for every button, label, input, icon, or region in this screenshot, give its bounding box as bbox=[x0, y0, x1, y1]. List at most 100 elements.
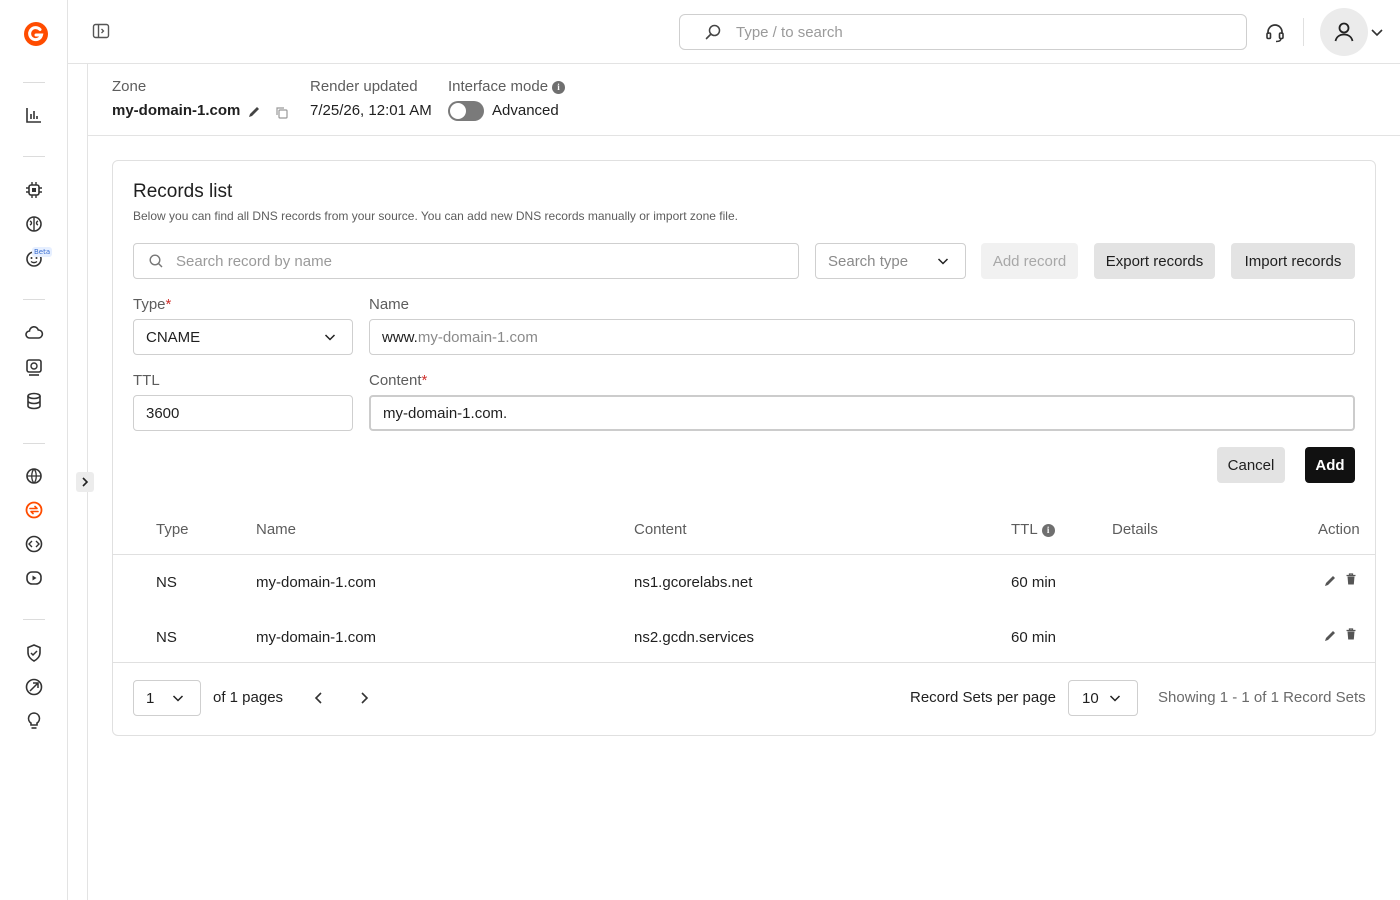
zone-name: my-domain-1.com bbox=[112, 102, 241, 119]
chevron-down-icon bbox=[937, 258, 949, 265]
interface-mode-value: Advanced bbox=[492, 102, 559, 119]
name-input-field[interactable]: www. my-domain-1.com bbox=[369, 319, 1355, 355]
render-updated-label: Render updated bbox=[310, 78, 418, 95]
content-input-field[interactable] bbox=[369, 395, 1355, 431]
column-header-details: Details bbox=[1112, 521, 1158, 538]
row-type: NS bbox=[156, 574, 177, 591]
nav-hosting-icon[interactable] bbox=[22, 355, 46, 379]
expand-sidebar-button[interactable] bbox=[76, 472, 94, 492]
showing-count-text: Showing 1 - 1 of 1 Record Sets bbox=[1158, 689, 1366, 706]
row-ttl: 60 min bbox=[1011, 629, 1057, 646]
topbar-divider bbox=[1303, 18, 1304, 46]
delete-trash-icon[interactable] bbox=[1344, 627, 1358, 641]
user-menu-chevron-down-icon[interactable] bbox=[1370, 25, 1384, 39]
info-icon[interactable]: i bbox=[552, 80, 566, 94]
required-mark: * bbox=[421, 372, 428, 389]
record-search-input[interactable] bbox=[176, 252, 798, 270]
nav-cdn-globe-icon[interactable] bbox=[22, 464, 46, 488]
search-type-placeholder: Search type bbox=[828, 252, 909, 270]
page-select-value: 1 bbox=[146, 689, 155, 707]
next-page-chevron-right-icon[interactable] bbox=[357, 691, 371, 705]
ttl-field-label: TTL bbox=[133, 372, 160, 389]
type-field-label: Type* bbox=[133, 296, 171, 313]
nav-edge-network-icon[interactable] bbox=[22, 675, 46, 699]
row-type: NS bbox=[156, 629, 177, 646]
column-header-name: Name bbox=[256, 521, 297, 538]
type-select[interactable]: CNAME bbox=[133, 319, 353, 355]
interface-mode-toggle[interactable] bbox=[448, 101, 484, 121]
nav-ai-brain-icon[interactable] bbox=[22, 212, 46, 236]
of-pages-text: of 1 pages bbox=[213, 689, 284, 706]
records-title: Records list bbox=[133, 181, 233, 202]
zone-header: Zone my-domain-1.com Render updated 7/25… bbox=[88, 64, 1400, 136]
edit-pencil-icon[interactable] bbox=[1323, 574, 1337, 588]
chevron-down-icon bbox=[324, 334, 336, 341]
record-search-field[interactable] bbox=[133, 243, 799, 279]
per-page-value: 10 bbox=[1082, 689, 1099, 707]
row-ttl: 60 min bbox=[1011, 574, 1057, 591]
beta-badge: Beta bbox=[32, 247, 53, 257]
export-records-button[interactable]: Export records bbox=[1094, 243, 1215, 279]
gcore-logo-icon[interactable] bbox=[22, 20, 50, 48]
ttl-input[interactable] bbox=[146, 404, 352, 422]
nav-dns-active-icon[interactable] bbox=[22, 498, 46, 522]
nav-divider bbox=[23, 156, 45, 157]
user-avatar-button[interactable] bbox=[1320, 8, 1368, 56]
nav-code-icon[interactable] bbox=[22, 532, 46, 556]
search-type-select[interactable]: Search type bbox=[815, 243, 966, 279]
support-headset-icon[interactable] bbox=[1264, 22, 1286, 44]
top-bar bbox=[68, 0, 1400, 64]
global-search-bar[interactable] bbox=[679, 14, 1247, 50]
global-search-input[interactable] bbox=[736, 23, 1216, 41]
previous-page-chevron-left-icon[interactable] bbox=[312, 691, 326, 705]
nav-cloud-icon[interactable] bbox=[22, 321, 46, 345]
column-header-content: Content bbox=[634, 521, 687, 538]
per-page-label: Record Sets per page bbox=[910, 689, 1056, 706]
content-input[interactable] bbox=[383, 404, 1353, 422]
chevron-down-icon bbox=[1109, 695, 1121, 702]
edit-zone-pencil-icon[interactable] bbox=[247, 105, 261, 119]
name-prefix: www. bbox=[382, 328, 418, 346]
interface-mode-label-wrap: Interface mode i bbox=[448, 78, 566, 95]
zone-label: Zone bbox=[112, 78, 147, 95]
search-icon bbox=[149, 254, 163, 268]
nav-divider bbox=[23, 82, 45, 83]
import-records-button[interactable]: Import records bbox=[1231, 243, 1355, 279]
row-content: ns1.gcorelabs.net bbox=[634, 574, 753, 591]
panel-toggle-icon[interactable] bbox=[92, 22, 110, 40]
add-button[interactable]: Add bbox=[1305, 447, 1355, 483]
row-name: my-domain-1.com bbox=[256, 574, 377, 591]
left-nav: Beta bbox=[0, 0, 68, 900]
nav-statistics-icon[interactable] bbox=[22, 103, 46, 127]
render-updated-value: 7/25/26, 12:01 AM bbox=[310, 102, 432, 119]
ttl-header-text: TTL bbox=[1011, 521, 1038, 538]
name-field-label: Name bbox=[369, 296, 410, 313]
nav-storage-database-icon[interactable] bbox=[22, 389, 46, 413]
ttl-input-field[interactable] bbox=[133, 395, 353, 431]
cancel-button[interactable]: Cancel bbox=[1217, 447, 1285, 483]
nav-security-shield-icon[interactable] bbox=[22, 641, 46, 665]
per-page-select[interactable]: 10 bbox=[1068, 680, 1138, 716]
row-name: my-domain-1.com bbox=[256, 629, 377, 646]
type-select-value: CNAME bbox=[146, 328, 201, 346]
add-record-button[interactable]: Add record bbox=[981, 243, 1078, 279]
user-icon bbox=[1334, 22, 1354, 42]
nav-streaming-icon[interactable] bbox=[22, 566, 46, 590]
required-mark: * bbox=[165, 296, 172, 313]
delete-trash-icon[interactable] bbox=[1344, 572, 1358, 586]
edit-pencil-icon[interactable] bbox=[1323, 629, 1337, 643]
ttl-info-icon[interactable]: i bbox=[1041, 523, 1055, 537]
search-icon bbox=[705, 24, 721, 40]
page-select[interactable]: 1 bbox=[133, 680, 201, 716]
content-field-label: Content* bbox=[369, 372, 427, 389]
row-content: ns2.gcdn.services bbox=[634, 629, 755, 646]
column-header-type: Type bbox=[156, 521, 189, 538]
copy-zone-icon[interactable] bbox=[275, 106, 289, 120]
nav-divider bbox=[23, 299, 45, 300]
nav-ideas-lightbulb-icon[interactable] bbox=[22, 709, 46, 733]
nav-compute-chip-icon[interactable] bbox=[22, 178, 46, 202]
type-label-text: Type bbox=[133, 296, 166, 313]
interface-mode-label: Interface mode bbox=[448, 78, 549, 95]
name-suffix: my-domain-1.com bbox=[417, 328, 538, 346]
content-label-text: Content bbox=[369, 372, 422, 389]
